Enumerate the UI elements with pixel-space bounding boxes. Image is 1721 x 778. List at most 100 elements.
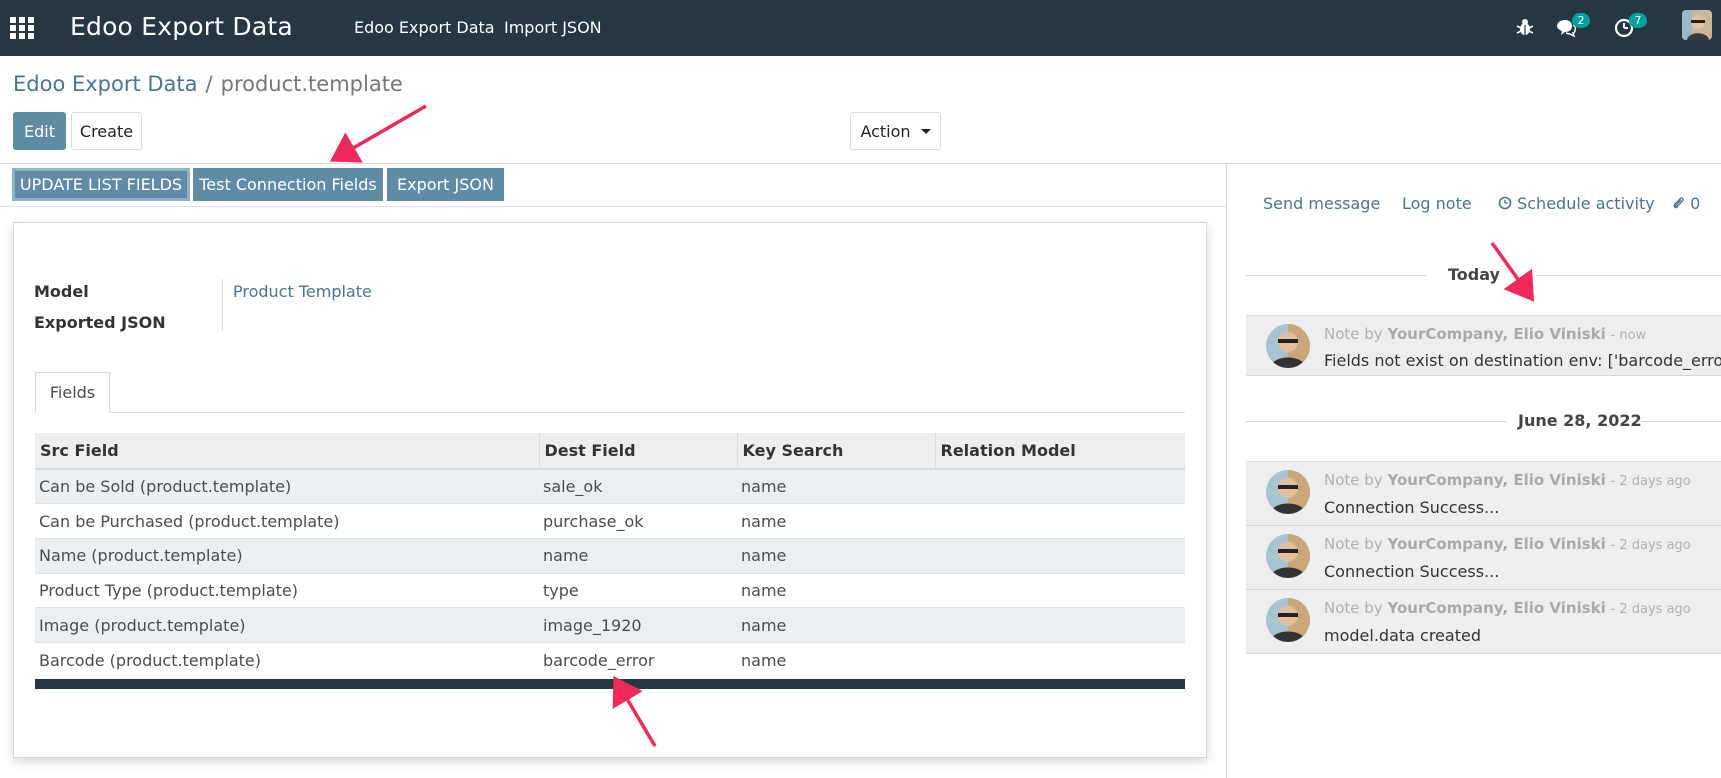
src-field-cell: Barcode (product.template) bbox=[35, 641, 539, 678]
form-header-divider bbox=[0, 206, 1226, 207]
schedule-activity-label: Schedule activity bbox=[1517, 194, 1655, 213]
relation-model-cell bbox=[935, 572, 1185, 608]
column-header-src-field[interactable]: Src Field bbox=[35, 433, 540, 470]
dest-field-cell: purchase_ok bbox=[539, 503, 737, 539]
table-row[interactable]: Product Type (product.template) type nam… bbox=[35, 572, 1185, 608]
author-avatar[interactable] bbox=[1266, 534, 1310, 578]
src-field-cell: Can be Purchased (product.template) bbox=[35, 503, 539, 539]
dest-field-cell: type bbox=[539, 572, 737, 608]
key-search-cell: name bbox=[737, 503, 935, 539]
author-avatar[interactable] bbox=[1266, 598, 1310, 642]
breadcrumb-parent-link[interactable]: Edoo Export Data bbox=[13, 72, 198, 96]
message-body: Connection Success... bbox=[1324, 498, 1500, 517]
relation-model-cell bbox=[935, 641, 1185, 678]
menu-edoo-export-data[interactable]: Edoo Export Data bbox=[354, 18, 495, 37]
fields-table: Src Field Dest Field Key Search Relation… bbox=[35, 433, 1185, 678]
chatter-message: Note by YourCompany, Elio Viniski - 2 da… bbox=[1246, 526, 1721, 590]
message-body: Fields not exist on destination env: ['b… bbox=[1324, 351, 1721, 370]
message-type: Note by bbox=[1324, 471, 1383, 489]
key-search-cell: name bbox=[737, 572, 935, 608]
clock-icon bbox=[1498, 196, 1512, 210]
src-field-cell: Name (product.template) bbox=[35, 537, 539, 574]
debug-bug-icon[interactable] bbox=[1514, 16, 1536, 38]
column-header-relation-model[interactable]: Relation Model bbox=[935, 433, 1185, 470]
messages-badge: 2 bbox=[1572, 13, 1590, 28]
relation-model-cell bbox=[935, 468, 1185, 504]
attachments-button[interactable]: 0 bbox=[1672, 194, 1700, 213]
key-search-cell: name bbox=[737, 641, 935, 678]
date-label: June 28, 2022 bbox=[1518, 411, 1642, 430]
breadcrumb-separator: / bbox=[205, 72, 213, 96]
relation-model-cell bbox=[935, 537, 1185, 574]
message-type: Note by bbox=[1324, 325, 1383, 343]
dest-field-cell: barcode_error bbox=[539, 641, 737, 678]
dest-field-cell: sale_ok bbox=[539, 468, 737, 504]
table-row[interactable]: Can be Sold (product.template) sale_ok n… bbox=[35, 468, 1185, 504]
user-avatar[interactable] bbox=[1682, 10, 1712, 40]
control-panel-divider bbox=[0, 163, 1721, 164]
message-author[interactable]: YourCompany, Elio Viniski bbox=[1387, 471, 1605, 489]
chatter-message: Note by YourCompany, Elio Viniski - 2 da… bbox=[1246, 590, 1721, 654]
message-meta: Note by YourCompany, Elio Viniski - 2 da… bbox=[1324, 599, 1691, 617]
key-search-cell: name bbox=[737, 537, 935, 574]
chatter-message: Note by YourCompany, Elio Viniski - now … bbox=[1246, 315, 1721, 376]
author-avatar[interactable] bbox=[1266, 324, 1310, 368]
message-author[interactable]: YourCompany, Elio Viniski bbox=[1387, 599, 1605, 617]
dest-field-cell: image_1920 bbox=[539, 607, 737, 643]
form-sheet: Model Exported JSON Product Template Fie… bbox=[13, 222, 1207, 758]
date-separator-today: Today bbox=[1246, 265, 1721, 285]
send-message-button[interactable]: Send message bbox=[1263, 194, 1380, 213]
message-time: - now bbox=[1610, 328, 1647, 343]
log-note-button[interactable]: Log note bbox=[1402, 194, 1472, 213]
edit-button[interactable]: Edit bbox=[13, 112, 66, 150]
model-value-link[interactable]: Product Template bbox=[233, 282, 372, 301]
tab-underline bbox=[35, 412, 1185, 413]
table-row[interactable]: Image (product.template) image_1920 name bbox=[35, 607, 1185, 643]
exported-json-label: Exported JSON bbox=[34, 313, 166, 332]
message-meta: Note by YourCompany, Elio Viniski - 2 da… bbox=[1324, 535, 1691, 553]
src-field-cell: Can be Sold (product.template) bbox=[35, 468, 539, 504]
message-author[interactable]: YourCompany, Elio Viniski bbox=[1387, 325, 1605, 343]
message-meta: Note by YourCompany, Elio Viniski - now bbox=[1324, 325, 1646, 343]
key-search-cell: name bbox=[737, 607, 935, 643]
app-title: Edoo Export Data bbox=[70, 12, 293, 41]
src-field-cell: Image (product.template) bbox=[35, 607, 539, 643]
chatter-divider bbox=[1226, 164, 1227, 778]
table-row[interactable]: Name (product.template) name name bbox=[35, 537, 1185, 574]
message-body: Connection Success... bbox=[1324, 562, 1500, 581]
relation-model-cell bbox=[935, 503, 1185, 539]
message-time: - 2 days ago bbox=[1610, 602, 1691, 617]
field-separator bbox=[222, 279, 223, 331]
caret-down-icon bbox=[920, 128, 931, 134]
table-header-row: Src Field Dest Field Key Search Relation… bbox=[35, 433, 1185, 470]
model-label: Model bbox=[34, 282, 89, 301]
message-author[interactable]: YourCompany, Elio Viniski bbox=[1387, 535, 1605, 553]
apps-menu-icon[interactable] bbox=[10, 17, 34, 39]
menu-import-json[interactable]: Import JSON bbox=[504, 18, 602, 37]
column-header-key-search[interactable]: Key Search bbox=[737, 433, 936, 470]
relation-model-cell bbox=[935, 607, 1185, 643]
table-footer bbox=[35, 679, 1185, 689]
breadcrumb: Edoo Export Data / product.template bbox=[13, 72, 403, 96]
author-avatar[interactable] bbox=[1266, 470, 1310, 514]
table-row[interactable]: Can be Purchased (product.template) purc… bbox=[35, 503, 1185, 539]
create-button[interactable]: Create bbox=[71, 112, 142, 150]
message-time: - 2 days ago bbox=[1610, 538, 1691, 553]
update-list-fields-button[interactable]: UPDATE LIST FIELDS bbox=[12, 168, 190, 201]
activities-badge: 7 bbox=[1629, 13, 1647, 28]
top-navbar: Edoo Export Data Edoo Export Data Import… bbox=[0, 0, 1721, 56]
chatter-message: Note by YourCompany, Elio Viniski - 2 da… bbox=[1246, 461, 1721, 526]
message-type: Note by bbox=[1324, 535, 1383, 553]
export-json-button[interactable]: Export JSON bbox=[387, 168, 504, 201]
tab-fields[interactable]: Fields bbox=[35, 372, 110, 413]
arrow-to-test-connection bbox=[329, 104, 427, 163]
action-dropdown[interactable]: Action bbox=[850, 112, 941, 150]
message-type: Note by bbox=[1324, 599, 1383, 617]
table-row[interactable]: Barcode (product.template) barcode_error… bbox=[35, 641, 1185, 678]
src-field-cell: Product Type (product.template) bbox=[35, 572, 539, 608]
breadcrumb-current: product.template bbox=[220, 72, 403, 96]
date-separator-june-28: June 28, 2022 bbox=[1246, 411, 1721, 431]
column-header-dest-field[interactable]: Dest Field bbox=[539, 433, 738, 470]
test-connection-fields-button[interactable]: Test Connection Fields bbox=[193, 168, 383, 201]
schedule-activity-button[interactable]: Schedule activity bbox=[1498, 194, 1655, 213]
